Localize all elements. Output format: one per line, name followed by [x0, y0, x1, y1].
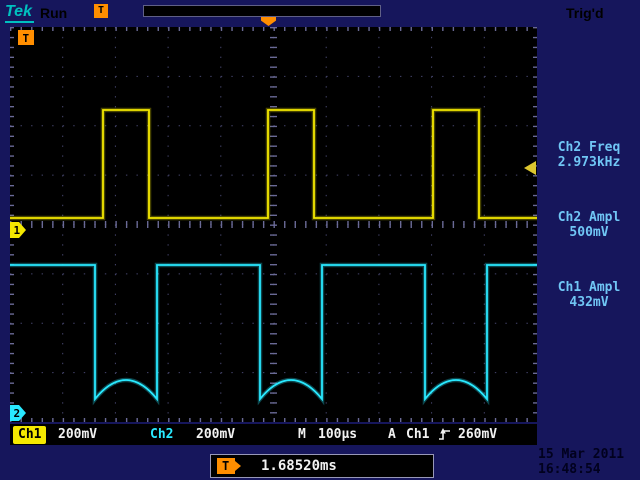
- measurement-ch2-freq: Ch2 Freq 2.973kHz: [540, 140, 638, 170]
- status-bar: Ch1 200mV Ch2 200mV M 100µs A Ch1 260mV: [10, 424, 537, 445]
- record-view-bar: [143, 5, 381, 17]
- measurement-ch1-ampl: Ch1 Ampl 432mV: [540, 280, 638, 310]
- measurement-label: Ch2 Ampl: [540, 210, 638, 225]
- waveform-screen: 1 2 T: [10, 27, 537, 422]
- measurement-value: 500mV: [540, 225, 638, 240]
- ch2-ground-marker-label: 2: [14, 407, 21, 420]
- date-text: 15 Mar 2011: [538, 447, 624, 462]
- tek-logo: Tek: [5, 3, 34, 23]
- measurement-label: Ch1 Ampl: [540, 280, 638, 295]
- measurement-label: Ch2 Freq: [540, 140, 638, 155]
- trigger-t-badge: T: [217, 458, 235, 474]
- ch1-scale: 200mV: [58, 427, 97, 442]
- trigger-time-value: 1.68520ms: [261, 458, 337, 474]
- trigger-mode: A: [388, 427, 396, 442]
- acquisition-status: Run: [40, 5, 67, 21]
- trigger-level: 260mV: [458, 427, 497, 442]
- timebase-value: 100µs: [318, 427, 357, 442]
- trigger-t-icon: T: [94, 4, 108, 18]
- trigger-status: Trig'd: [566, 5, 604, 21]
- trigger-time-readout: T 1.68520ms: [210, 454, 434, 478]
- trigger-source: Ch1: [406, 427, 429, 442]
- ch2-label: Ch2: [150, 427, 173, 442]
- ch1-ground-marker-label: 1: [14, 224, 21, 237]
- measurement-ch2-ampl: Ch2 Ampl 500mV: [540, 210, 638, 240]
- measurement-value: 432mV: [540, 295, 638, 310]
- top-bar: Tek Run T Trig'd: [0, 0, 640, 27]
- oscilloscope-display: Tek Run T Trig'd 1 2 T Ch2 Freq 2.973kHz C…: [0, 0, 640, 480]
- screen-trigger-badge-label: T: [23, 32, 30, 45]
- rising-edge-icon: [438, 427, 451, 442]
- trigger-position-marker-icon: [261, 17, 276, 26]
- scope-canvas: 1 2 T: [10, 27, 537, 422]
- datetime: 15 Mar 2011 16:48:54: [538, 447, 624, 477]
- ch2-scale: 200mV: [196, 427, 235, 442]
- ch1-badge: Ch1: [13, 426, 46, 444]
- time-text: 16:48:54: [538, 462, 624, 477]
- measurement-value: 2.973kHz: [540, 155, 638, 170]
- timebase-prefix: M: [298, 427, 306, 442]
- trigger-level-arrow-icon: [524, 161, 536, 175]
